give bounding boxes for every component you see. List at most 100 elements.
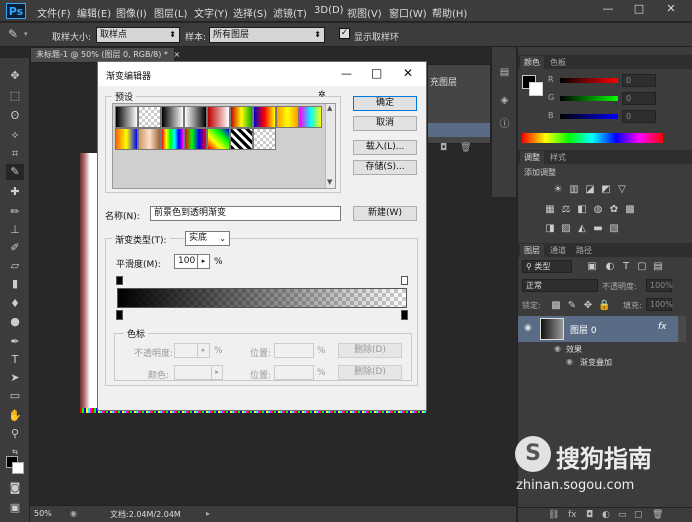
gradient-overlay-effect[interactable]: 渐变叠加: [580, 357, 612, 368]
photo-filter-icon[interactable]: ◍: [592, 204, 604, 215]
lasso-tool-icon[interactable]: ʘ: [6, 108, 24, 124]
channel-r-slider[interactable]: [560, 78, 618, 83]
menu-type[interactable]: 文字(Y): [194, 5, 228, 20]
menu-view[interactable]: 视图(V): [347, 5, 382, 20]
delete-color-stop-button[interactable]: 删除(D): [338, 365, 402, 380]
filter-pixel-icon[interactable]: ▣: [586, 261, 598, 272]
color-lookup-icon[interactable]: ▩: [624, 204, 636, 215]
delete-stop-button[interactable]: 删除(D): [338, 343, 402, 358]
move-tool-icon[interactable]: ✥: [6, 68, 24, 84]
menu-window[interactable]: 窗口(W): [389, 5, 427, 20]
dialog-minimize-button[interactable]: —: [341, 67, 352, 80]
black-white-icon[interactable]: ◧: [576, 204, 588, 215]
stop-location-input[interactable]: [274, 343, 314, 358]
opacity-value[interactable]: 100%: [646, 279, 673, 292]
tab-adjustments[interactable]: 调整: [520, 151, 544, 164]
posterize-icon[interactable]: ▨: [560, 223, 572, 234]
scroll-down-icon[interactable]: ▼: [327, 178, 332, 186]
color-stop-left[interactable]: [116, 310, 123, 320]
bg-color-chip[interactable]: [529, 82, 543, 96]
tab-styles[interactable]: 样式: [546, 151, 570, 164]
lock-pixels-icon[interactable]: ✎: [566, 300, 578, 311]
blend-mode-select[interactable]: 正常: [522, 279, 598, 292]
channel-g-slider[interactable]: [560, 96, 618, 101]
filter-smart-icon[interactable]: ▤: [652, 261, 664, 272]
preset-swatch[interactable]: [161, 106, 184, 128]
tab-channels[interactable]: 通道: [546, 244, 570, 257]
tab-paths[interactable]: 路径: [572, 244, 596, 257]
preset-swatch[interactable]: [253, 128, 276, 150]
marquee-tool-icon[interactable]: ⬚: [6, 88, 24, 104]
maximize-button[interactable]: □: [624, 0, 654, 18]
opacity-stop-left[interactable]: [116, 276, 123, 285]
history-icon[interactable]: ▤: [497, 67, 512, 81]
minimize-button[interactable]: —: [593, 0, 623, 18]
preset-swatch[interactable]: [207, 106, 230, 128]
quick-mask-icon[interactable]: ◙: [6, 480, 24, 496]
lock-all-icon[interactable]: 🔒: [598, 300, 610, 311]
dialog-titlebar[interactable]: 渐变编辑器 — □ ✕: [98, 62, 426, 86]
smoothness-arrow-icon[interactable]: ▸: [197, 254, 210, 269]
fx-icon[interactable]: fx: [658, 322, 667, 332]
channel-r-value[interactable]: 0: [622, 74, 656, 87]
layer-row[interactable]: ◉ 图层 0 fx: [518, 316, 678, 342]
gradient-type-select[interactable]: 实底 ⌄: [185, 231, 230, 246]
path-selection-tool-icon[interactable]: ➤: [6, 370, 24, 386]
menu-image[interactable]: 图像(I): [116, 5, 147, 20]
filter-type-icon[interactable]: T: [620, 261, 632, 272]
brush-tool-icon[interactable]: ✏: [6, 204, 24, 220]
preset-swatch[interactable]: [276, 106, 299, 128]
curves-icon[interactable]: ◪: [584, 184, 596, 195]
scroll-up-icon[interactable]: ▲: [327, 104, 332, 112]
eyedropper-tool-icon[interactable]: ✎: [6, 164, 24, 180]
hand-tool-icon[interactable]: ✋: [6, 408, 24, 424]
type-tool-icon[interactable]: T: [6, 352, 24, 368]
dialog-close-button[interactable]: ✕: [403, 66, 413, 80]
gradient-tool-icon[interactable]: ▮: [6, 276, 24, 292]
dialog-maximize-button[interactable]: □: [371, 66, 382, 80]
preset-swatch[interactable]: [138, 128, 161, 150]
eye-icon[interactable]: ◉: [566, 357, 573, 366]
brightness-icon[interactable]: ☀: [552, 184, 564, 195]
link-icon[interactable]: ⛓: [548, 510, 559, 520]
eyedropper-icon[interactable]: ✎: [8, 27, 18, 41]
menu-file[interactable]: 文件(F): [37, 5, 71, 20]
background-color-swatch[interactable]: [12, 462, 24, 474]
layer-name[interactable]: 图层 0: [570, 323, 597, 336]
opacity-stop-right[interactable]: [401, 276, 408, 285]
pen-tool-icon[interactable]: ✒: [6, 334, 24, 350]
rectangle-tool-icon[interactable]: ▭: [6, 388, 24, 404]
menu-edit[interactable]: 编辑(E): [77, 5, 111, 20]
group-icon[interactable]: ▭: [618, 510, 627, 520]
hue-saturation-icon[interactable]: ▦: [544, 204, 556, 215]
preset-swatch[interactable]: [207, 128, 230, 150]
dodge-tool-icon[interactable]: ●: [6, 314, 24, 330]
sample-size-select[interactable]: 取样点 ⬍: [96, 27, 180, 43]
clone-stamp-tool-icon[interactable]: ⊥: [6, 222, 24, 238]
vibrance-icon[interactable]: ▽: [616, 184, 628, 195]
filter-adjustment-icon[interactable]: ◐: [604, 261, 616, 272]
close-button[interactable]: ✕: [656, 0, 686, 18]
eye-icon[interactable]: ◉: [524, 323, 532, 333]
save-button[interactable]: 存储(S)...: [353, 160, 417, 175]
document-close-icon[interactable]: ×: [173, 50, 180, 59]
preset-swatch[interactable]: [138, 106, 161, 128]
stop-opacity-arrow-icon[interactable]: ▸: [197, 343, 210, 358]
tab-color[interactable]: 颜色: [520, 56, 544, 69]
magic-wand-tool-icon[interactable]: ✧: [6, 128, 24, 144]
tab-swatches[interactable]: 色板: [546, 56, 570, 69]
status-arrow-icon[interactable]: ▸: [206, 509, 210, 518]
preset-swatch[interactable]: [184, 128, 207, 150]
layer-scrollbar[interactable]: [678, 316, 686, 342]
gradient-map-icon[interactable]: ▬: [592, 223, 604, 234]
filter-shape-icon[interactable]: ▢: [636, 261, 648, 272]
channel-b-slider[interactable]: [560, 114, 618, 119]
ok-button[interactable]: 确定: [353, 96, 417, 111]
layer-kind-filter[interactable]: ⚲ 类型: [522, 260, 572, 273]
preset-swatch[interactable]: [161, 128, 184, 150]
preset-swatch[interactable]: [299, 106, 322, 128]
gradient-preview-bar[interactable]: [117, 288, 407, 308]
lock-position-icon[interactable]: ✥: [582, 300, 594, 311]
screen-mode-icon[interactable]: ▣: [6, 500, 24, 516]
color-stop-right[interactable]: [401, 310, 408, 320]
